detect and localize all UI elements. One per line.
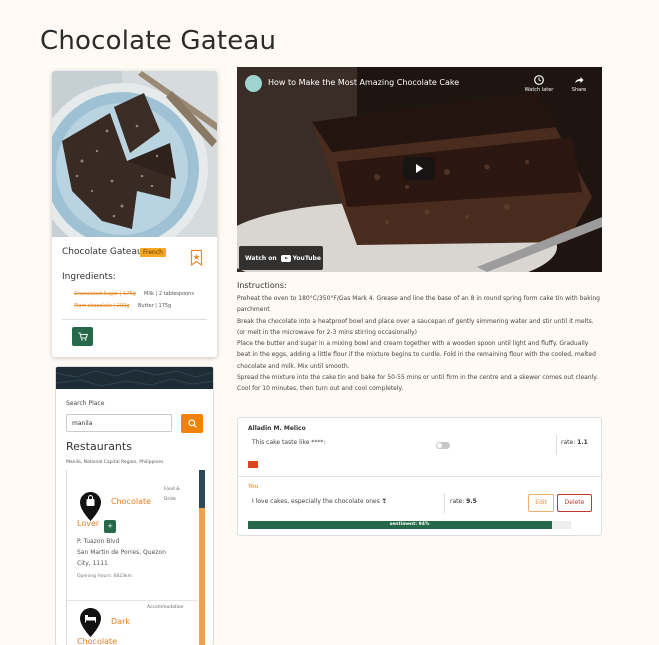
sentiment-label: sentiment: 94% — [389, 522, 430, 527]
youtube-logo: YouTube — [280, 254, 321, 262]
map-pattern — [56, 367, 213, 389]
divider — [556, 435, 557, 455]
search-button[interactable] — [181, 414, 203, 433]
results-list[interactable]: Chocolate Lover Food & Drink + P. Tuazon… — [66, 470, 205, 645]
list-item[interactable]: Dark Chocolate Accommodation — [67, 602, 198, 645]
recipe-card: Chocolate Gateau French Ingredients: Gra… — [52, 71, 217, 357]
review-text: This cake taste like ****: — [252, 439, 326, 446]
youtube-icon — [280, 254, 291, 262]
results-scrollbar-thumb[interactable] — [199, 508, 205, 645]
divider — [238, 476, 601, 477]
youtube-label: YouTube — [292, 254, 321, 262]
place-name-cont[interactable]: Lover — [77, 512, 99, 536]
review-rating: rate: 1.1 — [561, 439, 588, 446]
search-label: Search Place — [66, 400, 105, 407]
instructions-text: Preheat the oven to 180°C/350°F/Gas Mark… — [237, 295, 600, 393]
place-category-cont: Drink — [164, 497, 177, 502]
channel-avatar[interactable] — [245, 75, 262, 92]
cake-image — [52, 71, 217, 237]
share-label: Share — [571, 87, 587, 93]
ingredients-label: Ingredients: — [62, 272, 116, 282]
watch-later-label: Watch later — [524, 87, 554, 93]
watch-on-label: Watch on — [245, 254, 277, 262]
place-category: Accommodation — [147, 605, 184, 610]
video-title[interactable]: How to Make the Most Amazing Chocolate C… — [268, 78, 459, 87]
place-address: San Martin de Porres, Quezon — [77, 549, 166, 556]
search-input[interactable] — [66, 414, 172, 432]
delete-review-button[interactable]: Delete — [557, 494, 592, 512]
review-rating: rate: 9.5 — [450, 498, 477, 505]
place-category: Food & — [164, 487, 180, 492]
bookmark-icon — [190, 249, 203, 267]
ingredient-item[interactable]: Butter | 175g — [138, 303, 171, 309]
search-icon — [187, 419, 197, 428]
review-author: You — [248, 483, 259, 490]
results-heading: Restaurants — [66, 440, 132, 453]
ingredient-item[interactable]: Plain chocolate | 200g — [74, 303, 129, 309]
ingredient-item[interactable]: Milk | 2 tablespoons — [144, 291, 194, 297]
review-text: I love cakes, especially the chocolate o… — [252, 498, 387, 505]
instructions-label: Instructions: — [237, 281, 287, 290]
share-icon — [575, 77, 584, 83]
add-place-button[interactable]: + — [104, 520, 116, 533]
watch-on-youtube-button[interactable]: Watch on YouTube — [239, 246, 323, 270]
place-name-cont[interactable]: Chocolate — [77, 630, 117, 645]
video-player[interactable]: How to Make the Most Amazing Chocolate C… — [237, 67, 602, 272]
divider — [444, 493, 445, 513]
list-item[interactable]: Chocolate Lover Food & Drink + P. Tuazon… — [67, 484, 198, 601]
recipe-photo — [52, 71, 217, 237]
places-panel: Search Place Restaurants Manila, Nationa… — [55, 366, 214, 645]
edit-review-button[interactable]: Edit — [528, 494, 554, 512]
report-flag-icon[interactable] — [248, 461, 258, 468]
bookmark-button[interactable] — [190, 249, 203, 267]
recipe-name: Chocolate Gateau — [62, 247, 143, 257]
place-address: City, 1111 — [77, 560, 108, 567]
ingredient-item[interactable]: Granulated Sugar | 175g — [74, 291, 136, 297]
sentiment-bar: sentiment: 94% — [248, 521, 571, 529]
divider — [62, 319, 207, 320]
cuisine-badge: French — [140, 248, 166, 257]
reviews-section: Alladin M. Melico This cake taste like *… — [237, 417, 602, 536]
place-address: P. Tuazon Blvd — [77, 538, 120, 545]
place-hours: Opening Hours: 6823km — [77, 574, 132, 579]
watch-later-button[interactable]: Watch later — [523, 75, 555, 93]
share-button[interactable]: Share — [563, 75, 595, 93]
add-to-cart-button[interactable] — [72, 327, 93, 346]
page-title: Chocolate Gateau — [40, 26, 277, 56]
place-name[interactable]: Chocolate — [111, 490, 151, 514]
review-author: Alladin M. Melico — [248, 425, 306, 432]
review-toggle[interactable] — [436, 442, 450, 449]
play-icon — [416, 164, 423, 173]
cart-icon — [78, 332, 88, 341]
clock-icon — [534, 75, 544, 85]
play-button[interactable] — [403, 157, 435, 180]
map-view[interactable] — [56, 367, 213, 389]
location-text: Manila, National Capital Region, Philipp… — [66, 460, 164, 465]
